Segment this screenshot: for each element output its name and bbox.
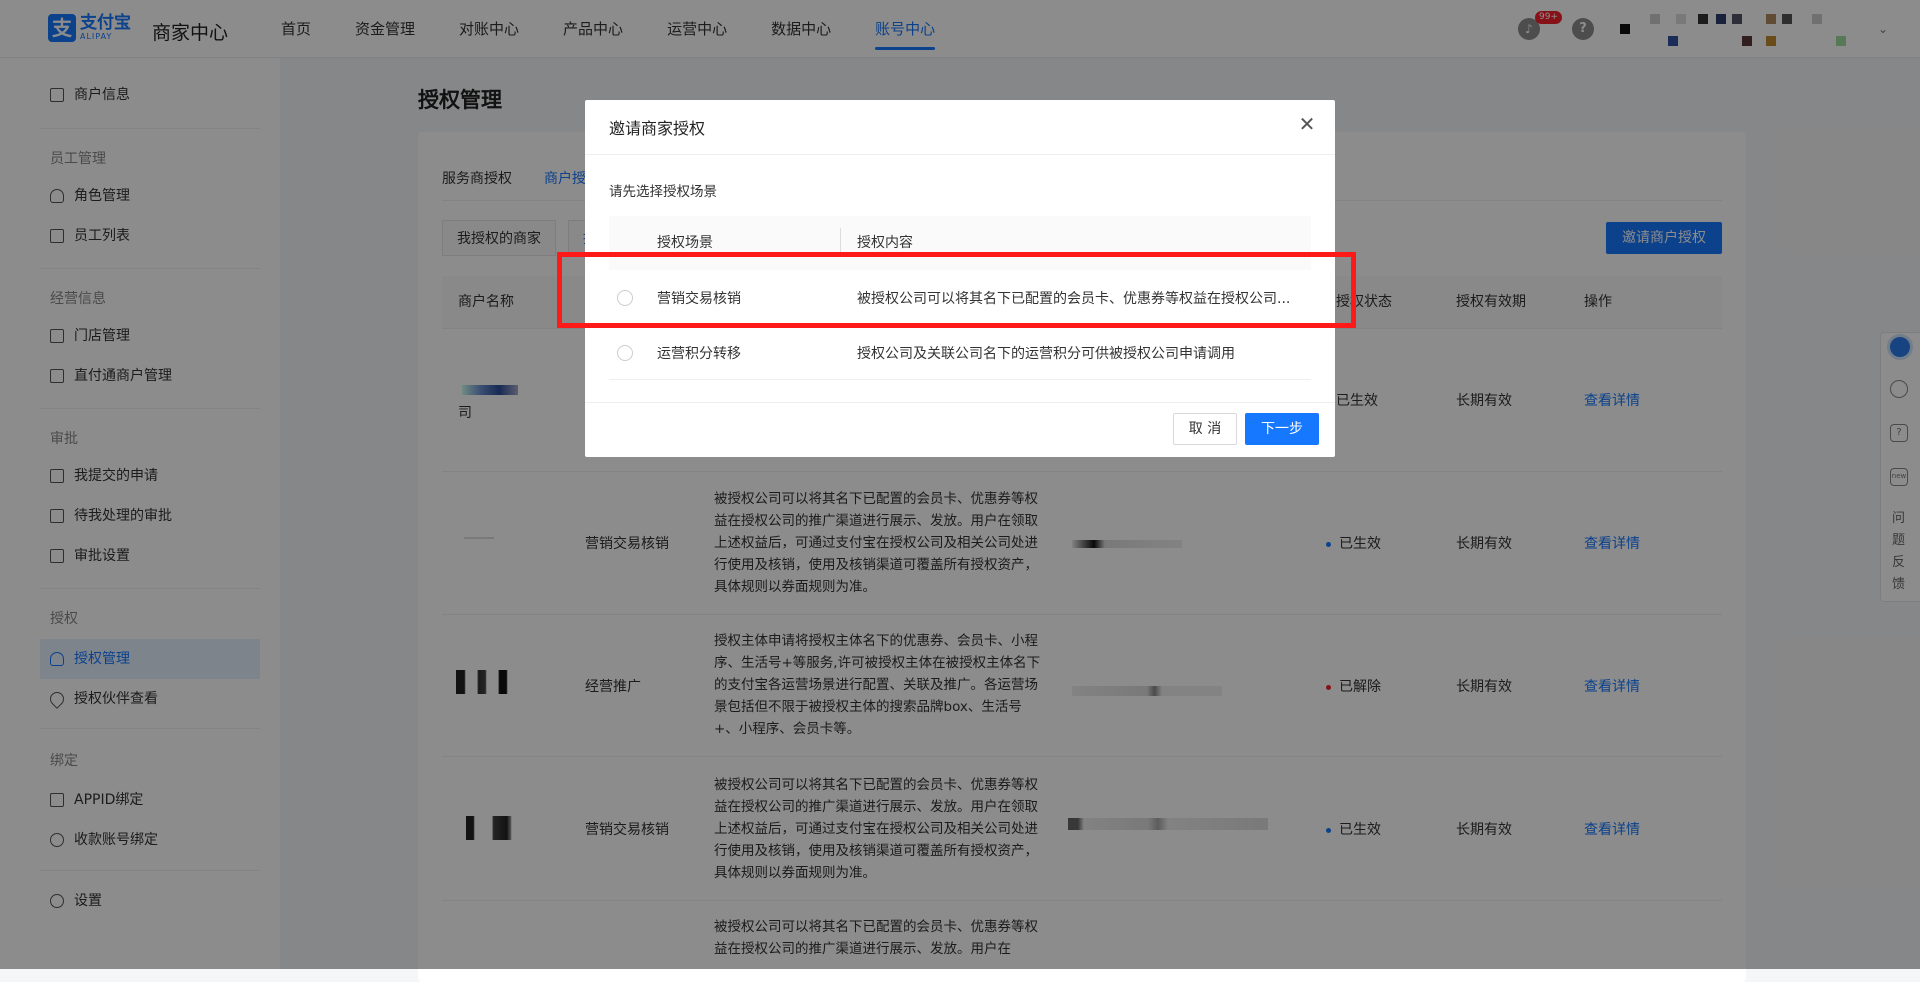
modal-title: 邀请商家授权 [609, 119, 706, 138]
highlight-box [557, 252, 1356, 328]
col-scene: 授权场景 [657, 235, 713, 251]
next-button[interactable]: 下一步 [1245, 413, 1319, 445]
scene-option-points[interactable]: 运营积分转移 授权公司及关联公司名下的运营积分可供被授权公司申请调用 [609, 325, 1311, 380]
scene-content: 授权公司及关联公司名下的运营积分可供被授权公司申请调用 [857, 346, 1235, 362]
radio-button[interactable] [617, 345, 633, 361]
column-separator [840, 228, 841, 252]
col-content: 授权内容 [857, 235, 913, 251]
modal-header-divider [585, 154, 1335, 155]
modal-footer-divider [585, 402, 1335, 403]
close-icon[interactable]: ✕ [1295, 112, 1319, 136]
cancel-button[interactable]: 取 消 [1173, 413, 1237, 445]
modal-prompt: 请先选择授权场景 [609, 184, 717, 200]
scene-name: 运营积分转移 [657, 346, 741, 362]
